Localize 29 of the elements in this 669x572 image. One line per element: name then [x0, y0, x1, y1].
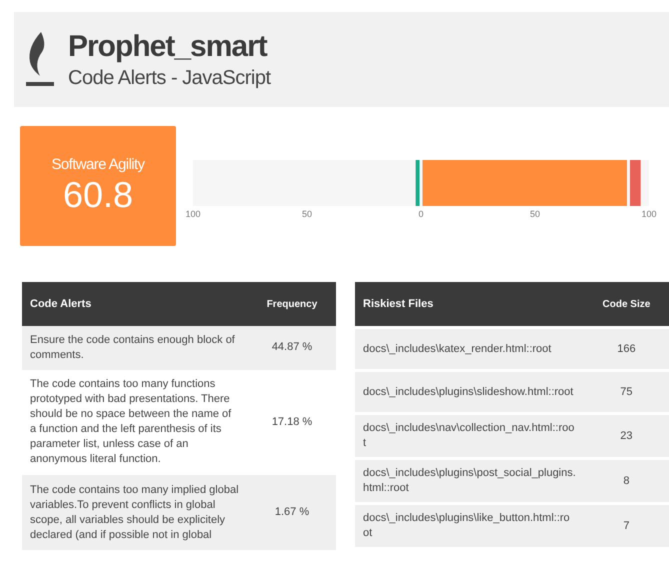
- score-label: Software Agility: [52, 156, 144, 172]
- table-cell-text: docs\_includes\plugins\slideshow.html::root: [362, 384, 574, 400]
- table-cell: 44.87 %: [248, 326, 336, 370]
- page-title: Prophet_smart: [68, 28, 268, 64]
- axis-tick-label: 100: [641, 209, 657, 219]
- table-cell-text: 166: [616, 342, 637, 356]
- table-cell-text: docs\_includes\katex_render.html::root: [362, 342, 552, 356]
- column-header: Code Size: [602, 298, 652, 312]
- column-header: Code Alerts: [22, 282, 248, 326]
- table-cell-text: docs\_includes\plugins\like_button.html::ro ot: [362, 511, 571, 541]
- axis-tick-label: 100: [185, 209, 201, 219]
- axis-tick-label: 50: [530, 209, 540, 219]
- column-header: Frequency: [248, 282, 336, 326]
- axis-tick-label: 50: [302, 209, 312, 219]
- table-cell-text: docs\_includes\plugins\post_social_plugins. html::root: [362, 466, 577, 496]
- column-header: Riskiest Files: [362, 297, 434, 312]
- table-cell: The code contains too many functions prototyped with bad presentations. There should be no space between the name of a function and the left parenthesis of its parameter list, unless case of an anonymous literal function.: [22, 370, 248, 476]
- table-cell: The code contains too many implied global variables.To prevent conflicts in global scope, all variables should be explicitely declared (and if possible not in global: [22, 475, 248, 550]
- table-cell-text: 75: [619, 384, 634, 400]
- table-cell-text: docs\_includes\nav\collection_nav.html::roo t: [362, 421, 576, 451]
- axis-tick-label: 0: [418, 209, 424, 219]
- table-cell: 17.18 %: [248, 370, 336, 476]
- table-cell-text: 23: [619, 428, 634, 444]
- table-cell-text: 8: [622, 474, 630, 488]
- score-value: 60.8: [62, 172, 134, 216]
- table-cell: Ensure the code contains enough block of comments.: [22, 326, 248, 370]
- table-cell: 1.67 %: [248, 475, 336, 550]
- table-cell-text: 7: [622, 518, 630, 534]
- page-subtitle: Code Alerts - JavaScript: [68, 66, 271, 90]
